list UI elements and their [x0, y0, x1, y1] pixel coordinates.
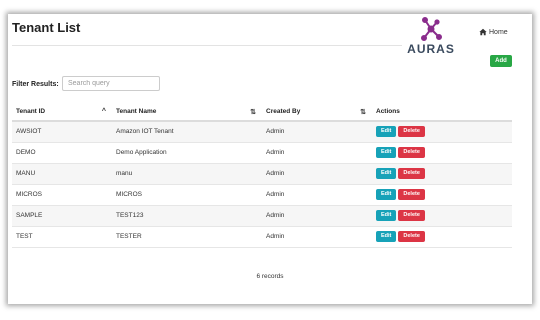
cell-created-by: Admin: [262, 162, 372, 184]
column-header-tenant-name[interactable]: Tenant Name ⇅: [112, 103, 262, 122]
record-count: 6 records: [256, 273, 284, 280]
logo-mark-icon: [421, 17, 442, 41]
column-header-created-by[interactable]: Created By ⇅: [262, 103, 372, 122]
delete-button[interactable]: Delete: [398, 231, 425, 242]
delete-button[interactable]: Delete: [398, 126, 425, 138]
cell-tenant-id: MANU: [12, 162, 112, 184]
table-row: SAMPLE TEST123 Admin Edit Delete: [12, 204, 512, 226]
auras-logo: AURAS: [398, 14, 464, 56]
cell-actions: Edit Delete: [372, 141, 512, 163]
cell-actions: Edit Delete: [372, 204, 512, 226]
table-row: DEMO Demo Application Admin Edit Delete: [12, 141, 512, 163]
delete-button[interactable]: Delete: [398, 168, 425, 179]
cell-tenant-id: AWSIOT: [12, 120, 112, 142]
cell-actions: Edit Delete: [372, 225, 512, 248]
filter-label: Filter Results:: [12, 81, 59, 88]
cell-created-by: Admin: [262, 225, 372, 248]
cell-tenant-name: MICROS: [112, 183, 262, 205]
cell-tenant-id: TEST: [12, 225, 112, 248]
edit-button[interactable]: Edit: [376, 231, 397, 242]
home-icon: [479, 28, 487, 36]
search-input[interactable]: [62, 76, 160, 91]
sort-arrows-icon: ⇅: [250, 109, 256, 116]
cell-actions: Edit Delete: [372, 120, 512, 142]
column-label: Tenant Name: [116, 108, 157, 115]
table-row: MANU manu Admin Edit Delete: [12, 162, 512, 184]
edit-button[interactable]: Edit: [376, 168, 397, 179]
delete-button[interactable]: Delete: [398, 147, 425, 158]
edit-button[interactable]: Edit: [376, 147, 397, 158]
cell-tenant-id: MICROS: [12, 183, 112, 205]
column-label: Created By: [266, 108, 301, 115]
column-label: Tenant ID: [16, 108, 46, 115]
page-title: Tenant List: [12, 20, 81, 35]
edit-button[interactable]: Edit: [376, 189, 397, 200]
cell-tenant-name: manu: [112, 162, 262, 184]
cell-actions: Edit Delete: [372, 183, 512, 205]
cell-tenant-name: Amazon IOT Tenant: [112, 120, 262, 142]
cell-created-by: Admin: [262, 141, 372, 163]
home-label: Home: [489, 28, 508, 36]
table-row: TEST TESTER Admin Edit Delete: [12, 225, 512, 248]
column-label: Actions: [376, 108, 400, 115]
cell-created-by: Admin: [262, 120, 372, 142]
add-button[interactable]: Add: [490, 55, 512, 67]
table-row: AWSIOT Amazon IOT Tenant Admin Edit Delet…: [12, 120, 512, 142]
delete-button[interactable]: Delete: [398, 189, 425, 200]
cell-actions: Edit Delete: [372, 162, 512, 184]
cell-tenant-id: SAMPLE: [12, 204, 112, 226]
table-header-row: Tenant ID ^ Tenant Name ⇅ Created By ⇅ A…: [12, 103, 512, 122]
edit-button[interactable]: Edit: [376, 126, 397, 138]
table-row: MICROS MICROS Admin Edit Delete: [12, 183, 512, 205]
tenant-table: Tenant ID ^ Tenant Name ⇅ Created By ⇅ A…: [12, 103, 512, 248]
chevron-up-icon: ^: [101, 108, 106, 115]
edit-button[interactable]: Edit: [376, 210, 397, 221]
sort-arrows-icon: ⇅: [360, 109, 366, 116]
delete-button[interactable]: Delete: [398, 210, 425, 221]
home-link[interactable]: Home: [479, 28, 508, 36]
cell-tenant-name: TESTER: [112, 225, 262, 248]
column-header-actions: Actions: [372, 103, 512, 122]
column-header-tenant-id[interactable]: Tenant ID ^: [12, 103, 112, 122]
cell-tenant-name: TEST123: [112, 204, 262, 226]
cell-created-by: Admin: [262, 183, 372, 205]
title-divider: [12, 45, 402, 46]
cell-created-by: Admin: [262, 204, 372, 226]
logo-text: AURAS: [407, 42, 455, 56]
cell-tenant-id: DEMO: [12, 141, 112, 163]
cell-tenant-name: Demo Application: [112, 141, 262, 163]
